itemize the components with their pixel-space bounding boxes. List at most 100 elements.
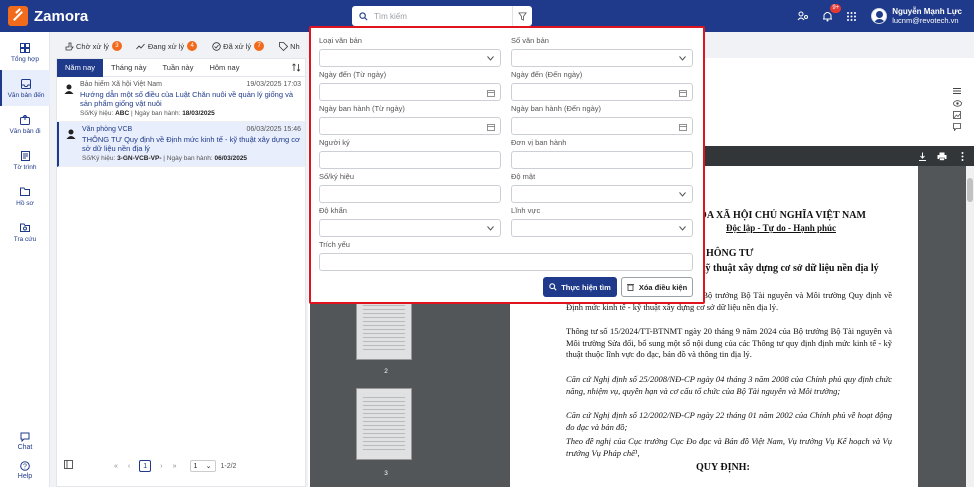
list-item[interactable]: Văn phòng VCB 06/03/2025 15:46 THÔNG TƯ … (57, 122, 305, 167)
app-logo[interactable]: Zamora (8, 6, 88, 26)
sidebar-item-overview[interactable]: Tổng hợp (0, 34, 50, 70)
sidebar-item-label: Văn bản đến (7, 91, 45, 99)
tab-label: Đang xử lý (147, 41, 185, 51)
calendar-icon[interactable] (678, 122, 687, 131)
global-search[interactable]: Tìm kiếm (352, 6, 532, 26)
sidebar-item-incoming[interactable]: Văn bản đến (0, 70, 50, 106)
field-label: Người ký (319, 138, 350, 147)
image-icon[interactable] (952, 110, 962, 120)
doc-paragraph: Căn cứ Nghị định số 25/2008/NĐ-CP ngày 0… (566, 374, 892, 396)
calendar-icon[interactable] (678, 88, 687, 97)
check-circle-icon (211, 41, 221, 51)
count-badge: 4 (187, 41, 198, 51)
issued-to-field: Ngày ban hành (Đến ngày) (511, 104, 693, 135)
sidebar-item-label: Tổng hợp (10, 55, 40, 63)
sidebar-item-label: Tra cứu (13, 235, 37, 243)
document-list-panel: Năm nay Tháng này Tuần này Hôm nay Bảo h… (56, 58, 306, 487)
calendar-icon[interactable] (486, 122, 495, 131)
folder-icon (19, 186, 31, 198)
chevron-down-icon (486, 224, 495, 233)
national-motto: Độc lập - Tự do - Hạnh phúc (726, 223, 837, 233)
chat-button[interactable]: Chat (0, 432, 50, 451)
doc-number-field: Số văn bản (511, 36, 693, 67)
tab-pending[interactable]: Chờ xử lý 3 (64, 41, 122, 51)
print-icon[interactable] (936, 150, 948, 162)
sidebar-item-lookup[interactable]: Tra cứu (0, 214, 50, 250)
sidebar-item-submission[interactable]: Tờ trình (0, 142, 50, 178)
doc-number: 3-GN-VCB-VP- (117, 155, 162, 162)
sidebar-item-records[interactable]: Hồ sơ (0, 178, 50, 214)
sort-icon[interactable] (292, 63, 301, 74)
apps-grid-icon[interactable] (841, 6, 861, 26)
field-label: Đơn vị ban hành (511, 138, 567, 147)
list-icon[interactable] (952, 86, 962, 96)
doc-issued-label: | Ngày ban hành: (163, 155, 213, 162)
doc-number-select[interactable] (511, 49, 693, 67)
calendar-icon[interactable] (486, 88, 495, 97)
first-page-icon[interactable]: « (114, 463, 118, 470)
comment-icon[interactable] (952, 122, 962, 132)
doc-paragraph: Thông tư số 15/2024/TT-BTNMT ngày 20 thá… (566, 326, 892, 359)
download-icon[interactable] (916, 150, 928, 162)
doc-type-select[interactable] (319, 49, 501, 67)
filter-icon[interactable] (512, 6, 532, 26)
tab-this-month[interactable]: Tháng này (103, 59, 154, 77)
chevron-down-icon: ⌄ (205, 463, 212, 470)
pdf-scrollbar[interactable] (966, 166, 974, 487)
help-button[interactable]: ? Help (0, 461, 50, 480)
issued-to-input[interactable] (511, 117, 693, 135)
outbox-icon (19, 114, 31, 126)
org-chart-icon[interactable] (793, 6, 813, 26)
viewer-side-tools (952, 86, 962, 134)
page-size-select[interactable]: 1 ⌄ (189, 460, 216, 472)
next-page-icon[interactable]: › (160, 463, 162, 470)
summary-input[interactable] (319, 253, 693, 271)
prev-page-icon[interactable]: ‹ (128, 463, 130, 470)
symbol-input[interactable] (319, 185, 501, 203)
doc-datetime: 06/03/2025 15:46 (246, 126, 302, 133)
search-submit-button[interactable]: Thực hiện tìm (543, 277, 617, 297)
sidebar-item-outgoing[interactable]: Văn bản đi (0, 106, 50, 142)
tab-in-progress[interactable]: Đang xử lý 4 (136, 41, 198, 51)
inbox-icon (20, 78, 32, 90)
search-input[interactable]: Tìm kiếm (374, 12, 512, 21)
doc-title[interactable]: Hướng dẫn một số điều của Luật Chăn nuôi… (80, 90, 301, 108)
field-label: Số/ký hiệu (319, 172, 355, 181)
doc-number: ABC (115, 110, 130, 117)
sidebar: Tổng hợp Văn bản đến Văn bản đi Tờ trình… (0, 32, 50, 487)
issuing-unit-input[interactable] (511, 151, 693, 169)
last-page-icon[interactable]: » (173, 463, 177, 470)
field-label: Độ khẩn (319, 206, 347, 215)
field-label: Ngày ban hành (Đến ngày) (511, 104, 602, 113)
list-item[interactable]: Bảo hiểm Xã hội Việt Nam 19/03/2025 17:0… (57, 77, 305, 122)
date-from-field: Ngày đến (Từ ngày) (319, 70, 501, 101)
tab-this-year[interactable]: Năm nay (57, 58, 104, 77)
more-vertical-icon[interactable] (956, 150, 968, 162)
tab-today[interactable]: Hôm nay (201, 59, 247, 77)
summary-field: Trích yếu (319, 240, 693, 271)
user-menu[interactable]: Nguyễn Mạnh Lực lucnm@revotech.vn (871, 7, 962, 25)
doc-sender: Bảo hiểm Xã hội Việt Nam (80, 81, 162, 88)
tab-processed[interactable]: Đã xử lý 7 (211, 41, 265, 51)
current-page[interactable]: 1 (139, 460, 152, 472)
urgency-select[interactable] (319, 219, 501, 237)
tag-icon (278, 41, 288, 51)
doc-meta: Số/Ký hiệu: ABC | Ngày ban hành: 18/03/2… (80, 110, 301, 117)
eye-icon[interactable] (952, 98, 962, 108)
doc-title[interactable]: THÔNG TƯ Quy định về Định mức kinh tế - … (82, 135, 301, 153)
issued-from-input[interactable] (319, 117, 501, 135)
date-to-input[interactable] (511, 83, 693, 101)
bell-icon[interactable]: 9+ (817, 4, 842, 26)
tab-other[interactable]: Nh (278, 41, 300, 51)
signer-input[interactable] (319, 151, 501, 169)
tab-label: Chờ xử lý (76, 41, 109, 51)
field-select[interactable] (511, 219, 693, 237)
secrecy-select[interactable] (511, 185, 693, 203)
clear-filters-button[interactable]: Xóa điều kiện (621, 277, 693, 297)
field-label: Loại văn bản (319, 36, 362, 45)
date-from-input[interactable] (319, 83, 501, 101)
tab-this-week[interactable]: Tuần này (154, 59, 201, 77)
user-name: Nguyễn Mạnh Lực (892, 7, 962, 16)
page-thumbnail[interactable] (356, 388, 412, 460)
thumbnail-page-number: 2 (384, 368, 388, 375)
